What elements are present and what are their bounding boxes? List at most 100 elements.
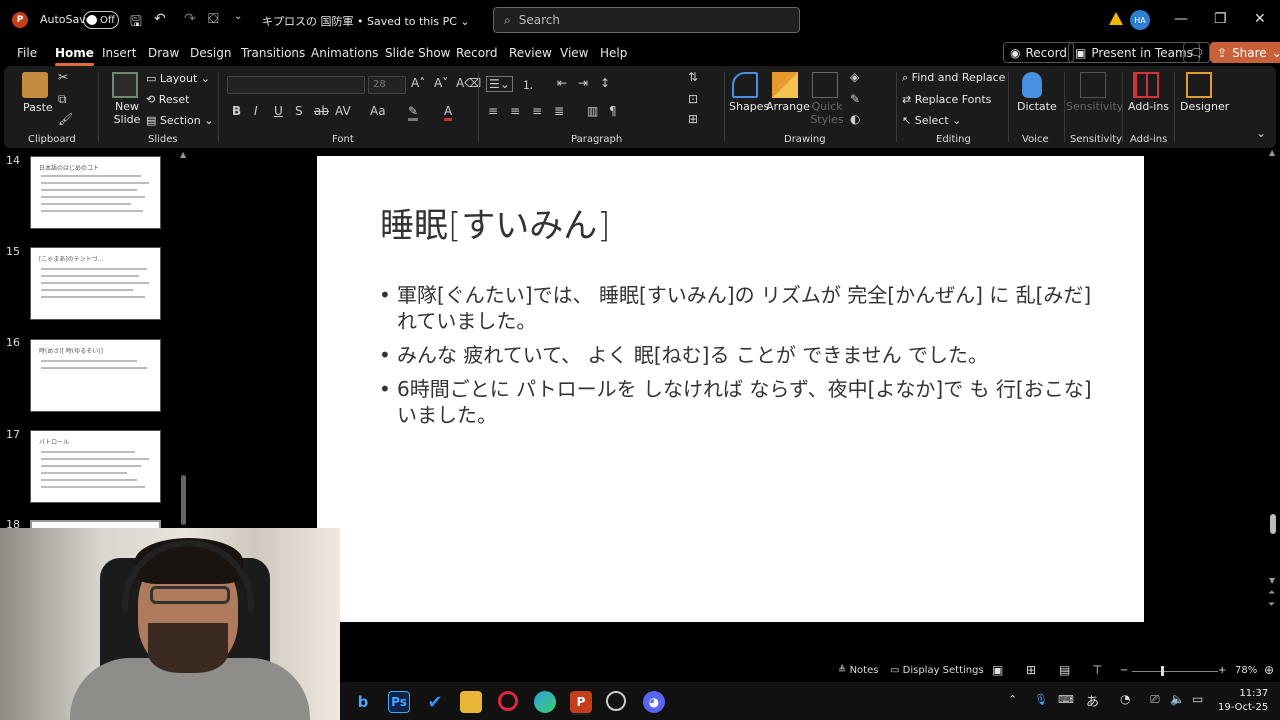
text-direction-icon[interactable]: ⇅ bbox=[688, 70, 698, 84]
decrease-indent-icon[interactable]: ⇤ bbox=[557, 76, 567, 90]
fit-to-window-icon[interactable]: ⊕ bbox=[1264, 663, 1274, 677]
slide-sorter-icon[interactable]: ⊞ bbox=[1026, 663, 1036, 677]
text-shadow-icon[interactable]: S bbox=[295, 104, 303, 118]
slideshow-icon[interactable]: ⊤ bbox=[1092, 663, 1102, 677]
warning-icon[interactable] bbox=[1109, 12, 1123, 25]
edge-icon[interactable] bbox=[534, 691, 556, 713]
scroll-up-icon[interactable]: ▲ bbox=[1269, 148, 1275, 157]
keyboard-icon[interactable]: ⌨ bbox=[1058, 693, 1074, 706]
replace-fonts-button[interactable]: ⇄ Replace Fonts bbox=[902, 93, 991, 106]
record-button[interactable]: ◉ Record bbox=[1003, 42, 1074, 63]
layout-button[interactable]: ▭ Layout ⌄ bbox=[146, 72, 210, 85]
document-title[interactable]: キプロスの 国防軍 • Saved to this PC ⌄ bbox=[262, 13, 470, 29]
align-right-icon[interactable]: ≡ bbox=[532, 104, 542, 118]
bold-icon[interactable]: B bbox=[232, 104, 241, 118]
comments-button[interactable]: 🗨 bbox=[1183, 42, 1211, 63]
maximize-icon[interactable]: ❐ bbox=[1214, 11, 1227, 27]
italic-icon[interactable]: I bbox=[254, 104, 258, 118]
ime-indicator[interactable]: あ bbox=[1086, 691, 1099, 710]
app-icon[interactable] bbox=[606, 691, 626, 711]
add-ins-icon[interactable] bbox=[1133, 72, 1159, 98]
bullet-item[interactable]: 軍隊[ぐんたい]では、 睡眠[すいみん]の リズムが 完全[かんぜん] に 乱[… bbox=[377, 282, 1097, 334]
ltr-icon[interactable]: ¶ bbox=[609, 104, 617, 118]
character-spacing-icon[interactable]: AV bbox=[335, 104, 351, 118]
bing-icon[interactable]: b bbox=[352, 691, 374, 713]
notes-button[interactable]: ≜ Notes bbox=[838, 665, 878, 676]
next-slide-icon[interactable]: ⏷ bbox=[1268, 600, 1275, 610]
close-icon[interactable]: ✕ bbox=[1254, 11, 1266, 27]
highlight-icon[interactable]: ✎ bbox=[408, 104, 419, 121]
tab-animations[interactable]: Animations bbox=[311, 46, 378, 60]
tab-slide-show[interactable]: Slide Show bbox=[385, 46, 450, 60]
sensitivity-button[interactable]: Sensitivity bbox=[1066, 100, 1123, 113]
arrange-icon[interactable] bbox=[772, 72, 798, 98]
tab-transitions[interactable]: Transitions bbox=[241, 46, 305, 60]
file-explorer-icon[interactable] bbox=[460, 691, 482, 713]
designer-icon[interactable] bbox=[1186, 72, 1212, 98]
battery-icon[interactable]: ▭ bbox=[1192, 692, 1203, 706]
microphone-icon[interactable] bbox=[1022, 72, 1042, 98]
share-button[interactable]: ⇪ Share ⌄ bbox=[1210, 42, 1280, 63]
powerpoint-taskbar-icon[interactable]: P bbox=[570, 691, 592, 713]
cut-icon[interactable]: ✂ bbox=[58, 70, 68, 84]
shape-fill-icon[interactable]: ◈ bbox=[850, 70, 859, 84]
sensitivity-icon[interactable] bbox=[1080, 72, 1106, 98]
decrease-font-size-icon[interactable]: A˅ bbox=[434, 76, 448, 90]
shape-outline-icon[interactable]: ✎ bbox=[850, 92, 860, 106]
tab-insert[interactable]: Insert bbox=[102, 46, 136, 60]
minimize-icon[interactable]: — bbox=[1174, 11, 1188, 27]
align-text-icon[interactable]: ⊡ bbox=[688, 92, 698, 106]
show-hidden-icons-icon[interactable]: ⌃ bbox=[1008, 693, 1017, 706]
scrollbar-thumb[interactable] bbox=[1270, 514, 1276, 534]
zoom-in-icon[interactable]: + bbox=[1218, 665, 1226, 676]
quick-styles-button[interactable]: Quick Styles bbox=[810, 100, 844, 126]
todo-icon[interactable]: ✔ bbox=[424, 691, 446, 713]
tab-design[interactable]: Design bbox=[190, 46, 231, 60]
ribbon-collapse-icon[interactable]: ⌄ bbox=[1256, 126, 1266, 140]
save-icon[interactable]: 🖫 bbox=[130, 11, 142, 35]
slide-title[interactable]: 睡眠[すいみん] bbox=[380, 198, 611, 247]
zoom-level[interactable]: 78% bbox=[1235, 665, 1257, 676]
tab-record[interactable]: Record bbox=[456, 46, 497, 60]
shape-effects-icon[interactable]: ◐ bbox=[850, 112, 860, 126]
slide-thumbnail[interactable]: パトロール bbox=[30, 430, 161, 503]
autosave-toggle[interactable]: Off bbox=[83, 11, 119, 29]
customize-qat-icon[interactable]: ⌄ bbox=[234, 11, 242, 22]
display-settings-button[interactable]: ▭ Display Settings bbox=[890, 665, 984, 676]
change-case-icon[interactable]: Aa bbox=[370, 104, 386, 118]
line-spacing-icon[interactable]: ↕ bbox=[600, 76, 610, 90]
reading-view-icon[interactable]: ▤ bbox=[1059, 663, 1070, 677]
format-painter-icon[interactable]: 🖌 bbox=[58, 112, 73, 126]
arrange-button[interactable]: Arrange bbox=[766, 100, 810, 113]
reset-button[interactable]: ⟲ Reset bbox=[146, 93, 189, 106]
previous-slide-icon[interactable]: ⏶ bbox=[1268, 588, 1275, 598]
slide-thumbnail[interactable]: 日本語のはじめのコト bbox=[30, 156, 161, 229]
new-slide-button[interactable]: New Slide bbox=[112, 100, 142, 126]
smartart-icon[interactable]: ⊞ bbox=[688, 112, 698, 126]
redo-icon[interactable]: ↷ bbox=[184, 11, 196, 27]
clock[interactable]: 11:37 19-Oct-25 bbox=[1218, 687, 1268, 715]
slide-thumbnail[interactable]: 時(めさ)[ 時(ゆるそい)] bbox=[30, 339, 161, 412]
opera-icon[interactable] bbox=[498, 691, 518, 711]
tab-file[interactable]: File bbox=[17, 46, 37, 60]
add-ins-button[interactable]: Add-ins bbox=[1128, 100, 1169, 113]
new-slide-icon[interactable] bbox=[112, 72, 138, 98]
tab-view[interactable]: View bbox=[560, 46, 588, 60]
underline-icon[interactable]: U bbox=[274, 104, 283, 118]
tab-review[interactable]: Review bbox=[509, 46, 552, 60]
thumbnail-scrollbar[interactable]: ▲ bbox=[180, 150, 188, 525]
strikethrough-icon[interactable]: ab bbox=[314, 104, 329, 118]
bullets-icon[interactable]: ☰⌄ bbox=[486, 76, 513, 92]
font-name-select[interactable] bbox=[227, 76, 365, 94]
bullet-item[interactable]: みんな 疲れていて、 よく 眠[ねむ]る ことが できません でした。 bbox=[377, 342, 1097, 368]
justify-icon[interactable]: ≣ bbox=[554, 104, 564, 118]
ime-mode-icon[interactable]: ◔ bbox=[1120, 692, 1130, 706]
slide-canvas[interactable]: 睡眠[すいみん] 軍隊[ぐんたい]では、 睡眠[すいみん]の リズムが 完全[か… bbox=[317, 156, 1144, 622]
network-icon[interactable]: ⎚ bbox=[1150, 692, 1160, 707]
dictate-button[interactable]: Dictate bbox=[1017, 100, 1057, 113]
numbering-icon[interactable]: ⒈ bbox=[522, 76, 534, 93]
tab-help[interactable]: Help bbox=[600, 46, 627, 60]
paste-icon[interactable] bbox=[22, 72, 48, 98]
avatar[interactable]: HA bbox=[1130, 10, 1150, 30]
columns-icon[interactable]: ▥ bbox=[587, 104, 598, 118]
